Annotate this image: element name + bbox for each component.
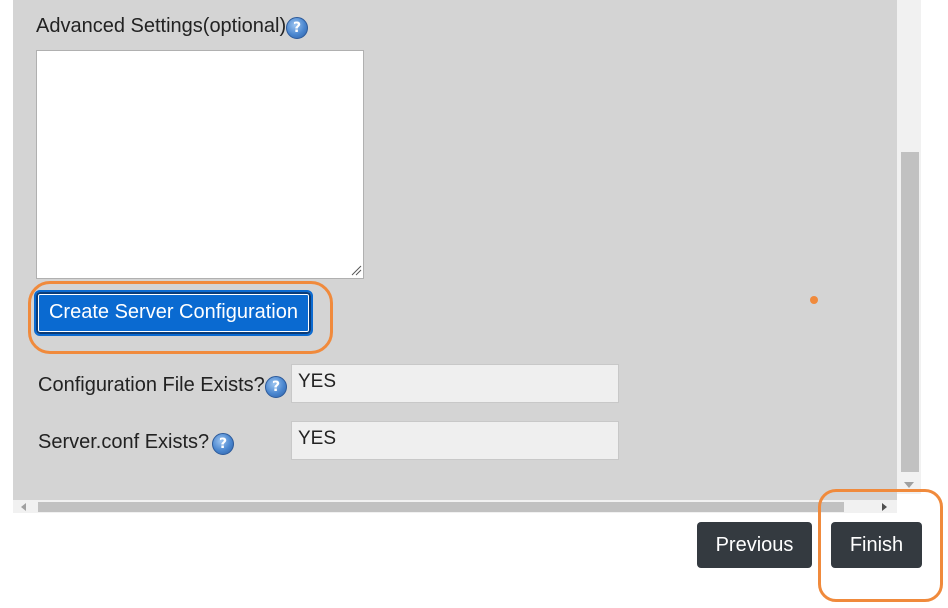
finish-button[interactable]: Finish [831, 522, 922, 568]
help-icon[interactable]: ? [286, 17, 308, 39]
resize-grip-icon[interactable] [350, 264, 362, 276]
annotation-dot [810, 296, 818, 304]
scroll-down-arrow-icon[interactable] [904, 482, 914, 488]
advanced-settings-label: Advanced Settings(optional) [36, 15, 287, 37]
vertical-scrollbar-thumb[interactable] [901, 152, 919, 472]
help-icon[interactable]: ? [265, 376, 287, 398]
create-server-configuration-button[interactable]: Create Server Configuration [34, 290, 313, 336]
wizard-page: Advanced Settings(optional) ? Create Ser… [0, 0, 948, 608]
server-conf-exists-field: YES [291, 421, 619, 460]
configuration-file-exists-field: YES [291, 364, 619, 403]
horizontal-scrollbar-thumb[interactable] [38, 502, 844, 512]
configuration-file-exists-label: Configuration File Exists? [38, 374, 265, 396]
server-conf-exists-label: Server.conf Exists? [38, 431, 210, 453]
scroll-right-arrow-icon[interactable] [882, 503, 887, 511]
scroll-left-arrow-icon[interactable] [21, 503, 26, 511]
advanced-settings-textarea[interactable] [36, 50, 364, 279]
previous-button[interactable]: Previous [697, 522, 812, 568]
help-icon[interactable]: ? [212, 433, 234, 455]
